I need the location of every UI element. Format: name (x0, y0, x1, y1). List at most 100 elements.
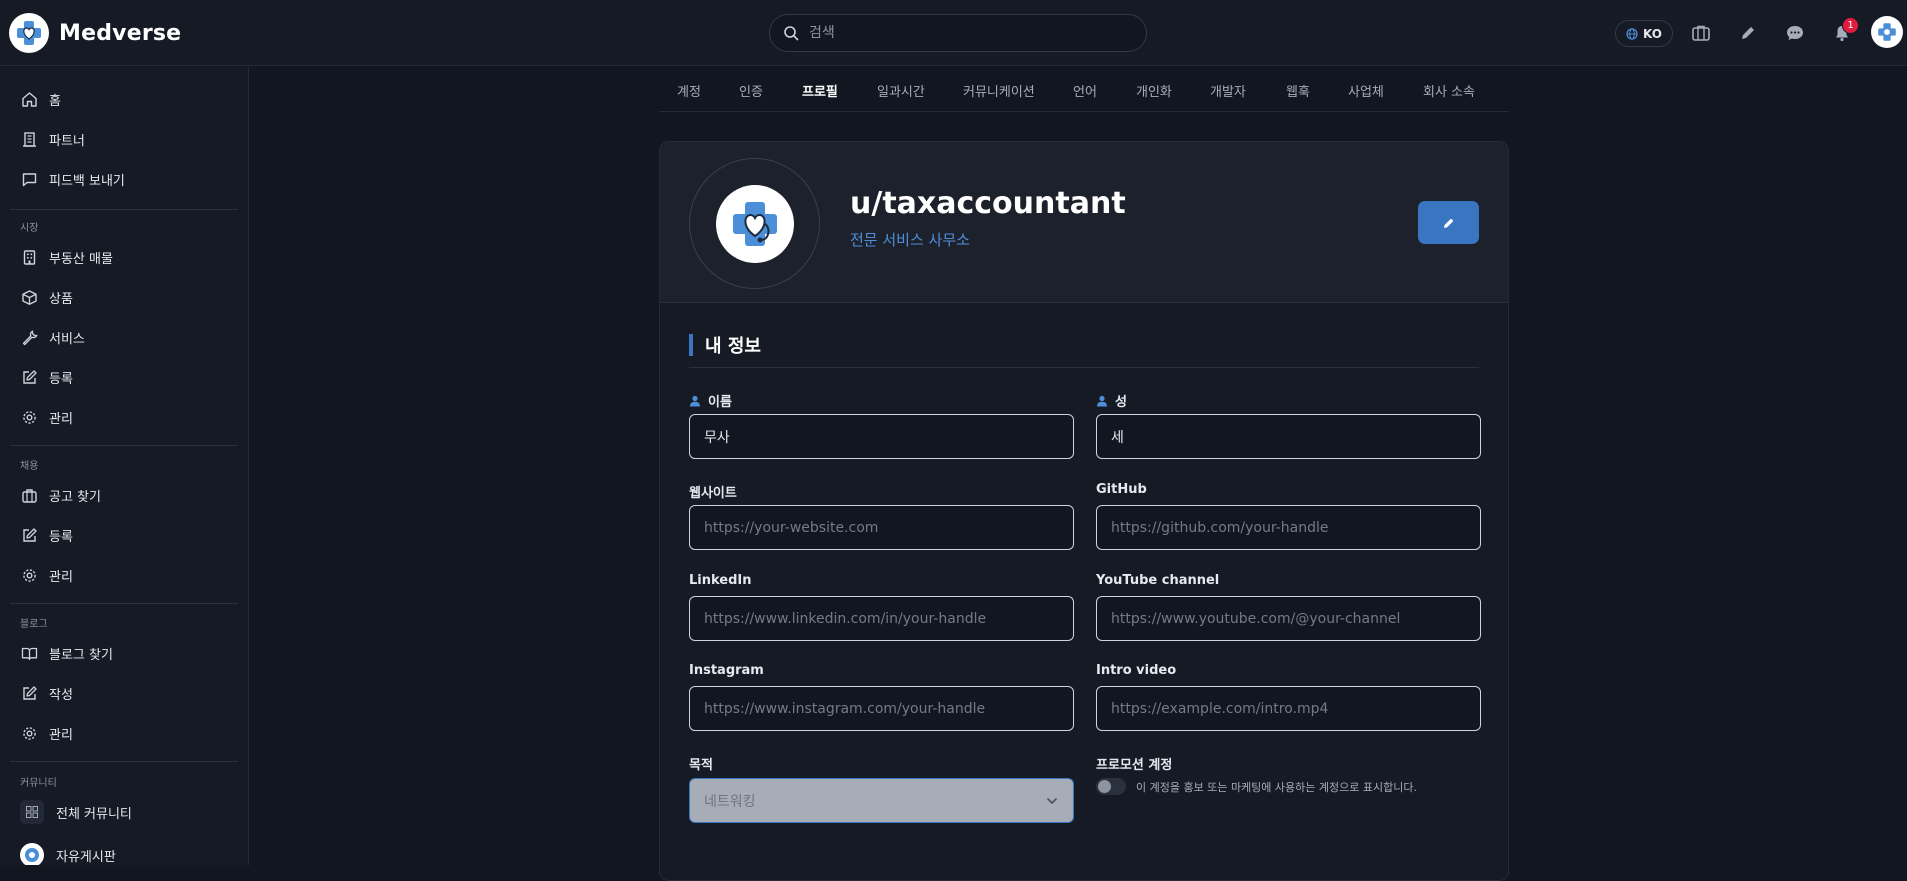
sidebar-item-market-manage[interactable]: 관리 (20, 405, 73, 429)
tab-verification[interactable]: 인증 (739, 81, 763, 100)
instagram-label: Instagram (689, 663, 764, 678)
sidebar-section-blog: 블로그 (20, 619, 48, 630)
sidebar-section-community: 커뮤니티 (20, 778, 57, 789)
sidebar-item-services[interactable]: 서비스 (20, 325, 85, 349)
tab-account[interactable]: 계정 (677, 81, 701, 100)
person-icon (689, 395, 701, 407)
sidebar-item-label: 등록 (49, 529, 73, 545)
briefcase-icon[interactable] (1690, 22, 1712, 44)
tab-profile[interactable]: 프로필 (802, 81, 838, 100)
edit-icon (20, 368, 38, 386)
intro-video-field[interactable] (1096, 686, 1481, 731)
tab-language[interactable]: 언어 (1073, 81, 1097, 100)
sidebar-item-partners[interactable]: 파트너 (20, 127, 85, 151)
youtube-label: YouTube channel (1096, 573, 1220, 588)
search-bar[interactable] (769, 14, 1147, 52)
home-icon (20, 90, 38, 108)
sidebar-item-blog-write[interactable]: 작성 (20, 681, 73, 705)
website-field[interactable] (689, 505, 1074, 550)
sidebar-item-label: 블로그 찾기 (49, 647, 113, 663)
gear-icon (20, 724, 38, 742)
search-input[interactable] (809, 25, 1109, 41)
sidebar-divider (10, 445, 238, 446)
promotion-toggle[interactable] (1096, 778, 1126, 795)
first-name-field[interactable] (689, 414, 1074, 459)
tab-webhook[interactable]: 웹훅 (1286, 81, 1310, 100)
purpose-label: 목적 (689, 758, 713, 773)
gear-icon (20, 408, 38, 426)
sidebar-item-label: 전체 커뮤니티 (56, 806, 132, 822)
profile-organization[interactable]: 전문 서비스 사무소 (850, 229, 970, 250)
sidebar-section-market: 시장 (20, 223, 39, 234)
toggle-knob (1098, 780, 1111, 793)
youtube-field[interactable] (1096, 596, 1481, 641)
tab-communication[interactable]: 커뮤니케이션 (963, 81, 1035, 100)
purpose-select[interactable]: 네트워킹 (689, 778, 1074, 823)
sidebar-item-all-communities[interactable]: 전체 커뮤니티 (20, 800, 132, 824)
sidebar-item-home[interactable]: 홈 (20, 87, 61, 111)
sidebar-item-find-jobs[interactable]: 공고 찾기 (20, 483, 101, 507)
tab-personalization[interactable]: 개인화 (1136, 81, 1172, 100)
sidebar-item-label: 상품 (49, 291, 73, 307)
my-info-title: 내 정보 (689, 334, 761, 357)
profile-header: u/taxaccountant 전문 서비스 사무소 (660, 142, 1508, 303)
intro-video-label: Intro video (1096, 663, 1177, 678)
github-field[interactable] (1096, 505, 1481, 550)
sidebar-item-jobs-manage[interactable]: 관리 (20, 563, 73, 587)
sidebar-item-market-register[interactable]: 등록 (20, 365, 73, 389)
sidebar-item-label: 관리 (49, 569, 73, 585)
promotion-label: 프로모션 계정 (1096, 758, 1173, 773)
first-name-label-text: 이름 (708, 395, 732, 410)
sidebar-item-label: 공고 찾기 (49, 489, 101, 505)
sidebar-item-feedback[interactable]: 피드백 보내기 (20, 167, 125, 191)
top-bar: Medverse KO 1 (0, 0, 1907, 66)
sidebar-item-blog-manage[interactable]: 관리 (20, 721, 73, 745)
sidebar-item-label: 부동산 매물 (49, 251, 113, 267)
sidebar-item-real-estate[interactable]: 부동산 매물 (20, 245, 113, 269)
sidebar-item-products[interactable]: 상품 (20, 285, 73, 309)
chat-icon[interactable] (1784, 22, 1806, 44)
person-icon (1096, 395, 1108, 407)
pencil-icon (1442, 216, 1456, 230)
profile-username: u/taxaccountant (850, 186, 1126, 221)
building-icon (20, 130, 38, 148)
search-icon (783, 25, 799, 41)
building-icon (20, 248, 38, 266)
sidebar-divider (10, 209, 238, 210)
notification-badge: 1 (1842, 17, 1859, 34)
edit-profile-button[interactable] (1418, 201, 1479, 244)
sidebar-item-find-blogs[interactable]: 블로그 찾기 (20, 641, 113, 665)
chevron-down-icon (1045, 794, 1059, 808)
last-name-field[interactable] (1096, 414, 1481, 459)
edit-icon (20, 526, 38, 544)
sidebar-item-free-board[interactable]: 자유게시판 (20, 843, 116, 865)
tab-developer[interactable]: 개발자 (1210, 81, 1246, 100)
sidebar-item-label: 파트너 (49, 133, 85, 149)
sidebar-item-label: 자유게시판 (56, 849, 116, 865)
profile-avatar-image (715, 184, 794, 263)
edit-icon (20, 684, 38, 702)
sidebar-item-jobs-register[interactable]: 등록 (20, 523, 73, 547)
pencil-icon[interactable] (1737, 22, 1759, 44)
book-icon (20, 644, 38, 662)
instagram-field[interactable] (689, 686, 1074, 731)
last-name-label: 성 (1096, 391, 1127, 410)
sidebar-item-label: 피드백 보내기 (49, 173, 125, 189)
tab-working-hours[interactable]: 일과시간 (877, 81, 925, 100)
brand[interactable]: Medverse (9, 13, 181, 53)
wrench-icon (20, 328, 38, 346)
profile-card: u/taxaccountant 전문 서비스 사무소 내 정보 이름 성 웹사이… (659, 141, 1509, 881)
gear-icon (20, 566, 38, 584)
language-selector[interactable]: KO (1615, 20, 1673, 47)
linkedin-field[interactable] (689, 596, 1074, 641)
sidebar-item-label: 홈 (49, 93, 61, 109)
purpose-value: 네트워킹 (704, 793, 756, 810)
app-name: Medverse (59, 20, 182, 46)
first-name-label: 이름 (689, 391, 732, 410)
tab-company-affiliation[interactable]: 회사 소속 (1423, 81, 1475, 100)
profile-avatar[interactable] (689, 158, 820, 289)
promotion-description: 이 계정을 홍보 또는 마케팅에 사용하는 계정으로 표시합니다. (1136, 781, 1417, 794)
tab-business[interactable]: 사업체 (1348, 81, 1384, 100)
user-avatar[interactable] (1871, 16, 1903, 48)
settings-tabs: 계정 인증 프로필 일과시간 커뮤니케이션 언어 개인화 개발자 웹훅 사업체 … (659, 67, 1509, 112)
